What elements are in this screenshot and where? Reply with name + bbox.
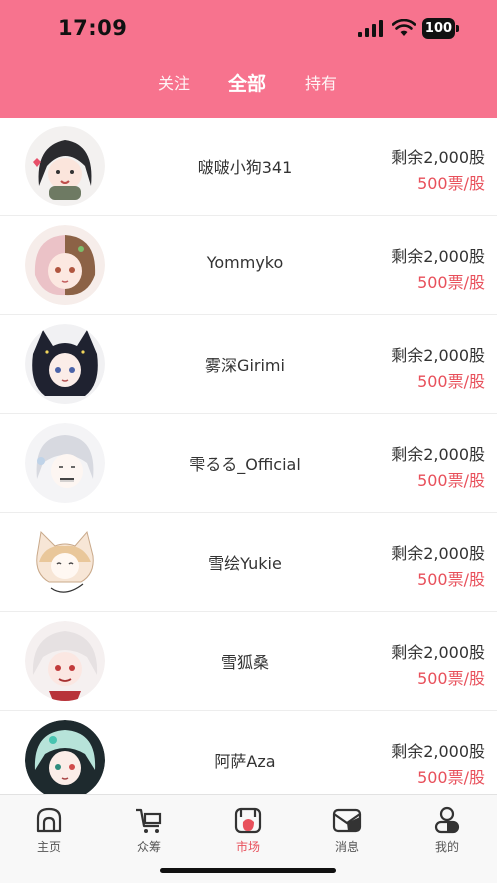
avatar bbox=[25, 225, 105, 305]
share-price: 500票/股 bbox=[417, 570, 485, 589]
avatar bbox=[25, 621, 105, 701]
list-item[interactable]: 雪狐桑 剩余2,000股 500票/股 bbox=[0, 613, 497, 711]
profile-icon bbox=[434, 806, 460, 834]
share-price: 500票/股 bbox=[417, 372, 485, 391]
tab-follow[interactable]: 关注 bbox=[158, 66, 190, 106]
tab-all[interactable]: 全部 bbox=[228, 66, 266, 106]
creator-name: 啵啵小狗341 bbox=[197, 158, 293, 177]
list-item[interactable]: 雪绘Yukie 剩余2,000股 500票/股 bbox=[0, 514, 497, 612]
tabbar-label-market: 市场 bbox=[235, 840, 260, 854]
share-price: 500票/股 bbox=[417, 471, 485, 490]
remaining-shares: 剩余2,000股 bbox=[391, 742, 485, 761]
remaining-shares: 剩余2,000股 bbox=[391, 643, 485, 662]
remaining-shares: 剩余2,000股 bbox=[391, 544, 485, 563]
tabbar-profile[interactable]: 我的 bbox=[417, 805, 477, 857]
share-price: 500票/股 bbox=[417, 669, 485, 688]
tabbar-label-crowdfund: 众筹 bbox=[136, 840, 161, 854]
header: 17:09 100 关注 全部 持有 bbox=[0, 0, 497, 118]
remaining-shares: 剩余2,000股 bbox=[391, 247, 485, 266]
status-time: 17:09 bbox=[58, 16, 128, 40]
home-icon bbox=[36, 807, 62, 833]
remaining-shares: 剩余2,000股 bbox=[391, 346, 485, 365]
remaining-shares: 剩余2,000股 bbox=[391, 445, 485, 464]
avatar bbox=[25, 324, 105, 404]
signal-icon bbox=[358, 20, 383, 37]
creator-name: 雾深Girimi bbox=[205, 356, 285, 375]
list-item[interactable]: 雫るる_Official 剩余2,000股 500票/股 bbox=[0, 415, 497, 513]
tab-holding[interactable]: 持有 bbox=[305, 66, 337, 106]
avatar bbox=[25, 720, 105, 794]
cart-icon bbox=[136, 808, 162, 833]
list-item[interactable]: Yommyko 剩余2,000股 500票/股 bbox=[0, 217, 497, 315]
list-item[interactable]: 雾深Girimi 剩余2,000股 500票/股 bbox=[0, 316, 497, 414]
list-item[interactable]: 阿萨Aza 剩余2,000股 500票/股 bbox=[0, 712, 497, 794]
status-bar: 17:09 100 bbox=[0, 0, 497, 60]
share-price: 500票/股 bbox=[417, 273, 485, 292]
tabbar-home[interactable]: 主页 bbox=[19, 805, 79, 857]
battery-level: 100 bbox=[422, 18, 455, 39]
avatar bbox=[25, 522, 105, 602]
share-price: 500票/股 bbox=[417, 768, 485, 787]
tabbar-label-profile: 我的 bbox=[434, 840, 459, 854]
creator-name: 雪狐桑 bbox=[220, 653, 269, 672]
market-list: 啵啵小狗341 剩余2,000股 500票/股 Yommyko 剩余2,000股… bbox=[0, 118, 497, 794]
creator-name: Yommyko bbox=[206, 253, 284, 272]
market-icon bbox=[234, 807, 262, 834]
avatar bbox=[25, 126, 105, 206]
tabbar-label-home: 主页 bbox=[36, 840, 61, 854]
share-price: 500票/股 bbox=[417, 174, 485, 193]
creator-name: 阿萨Aza bbox=[214, 752, 276, 771]
creator-name: 雪绘Yukie bbox=[208, 554, 282, 573]
wifi-icon bbox=[392, 19, 416, 36]
message-icon bbox=[332, 808, 362, 833]
home-indicator bbox=[160, 868, 336, 873]
tabbar-crowdfund[interactable]: 众筹 bbox=[119, 805, 179, 857]
tabbar-market[interactable]: 市场 bbox=[218, 805, 278, 857]
top-tabs: 关注 全部 持有 bbox=[0, 66, 497, 106]
tabbar-messages[interactable]: 消息 bbox=[317, 805, 377, 857]
tabbar-label-messages: 消息 bbox=[334, 840, 359, 854]
creator-name: 雫るる_Official bbox=[189, 455, 301, 474]
list-item[interactable]: 啵啵小狗341 剩余2,000股 500票/股 bbox=[0, 118, 497, 216]
avatar bbox=[25, 423, 105, 503]
remaining-shares: 剩余2,000股 bbox=[391, 148, 485, 167]
battery-icon: 100 bbox=[422, 18, 460, 40]
